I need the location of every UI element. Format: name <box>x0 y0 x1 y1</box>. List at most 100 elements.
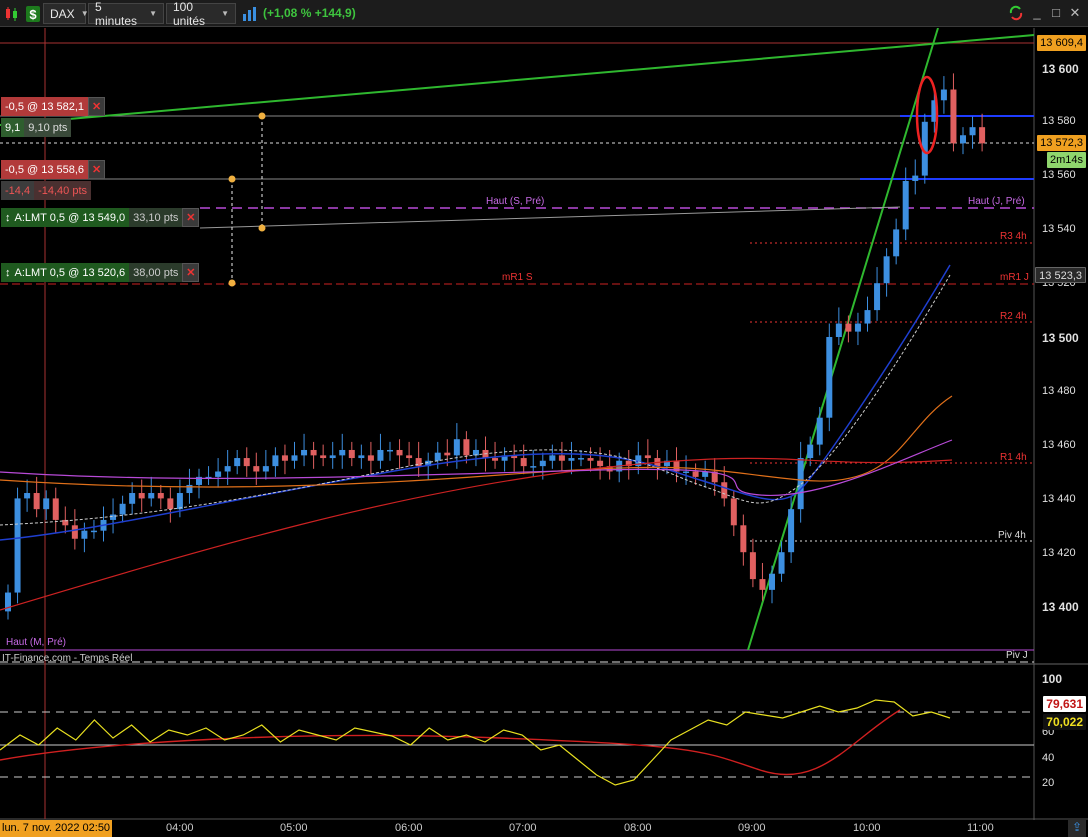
candle <box>797 458 804 510</box>
candle <box>721 482 728 499</box>
candle <box>539 460 546 467</box>
osc-line <box>0 699 951 786</box>
candle <box>110 514 117 520</box>
order-pts: 33,10 pts <box>129 208 183 227</box>
price-chart[interactable] <box>0 28 1088 837</box>
price-tick: 13 440 <box>1042 493 1076 505</box>
time-tick: 05:00 <box>280 822 308 834</box>
candle <box>320 455 327 459</box>
candle <box>81 530 88 539</box>
candle <box>960 135 966 144</box>
candlestick-icon[interactable] <box>3 4 21 23</box>
level-label: R1 4h <box>1000 452 1027 463</box>
units-select[interactable]: 100 unités ▼ <box>166 0 236 28</box>
candle <box>329 455 336 459</box>
osc-signal <box>0 709 901 776</box>
candle <box>854 323 861 332</box>
level-label: Haut (M, Pré) <box>6 637 67 648</box>
candle <box>788 509 795 553</box>
osc-yellow-tag: 70,022 <box>1043 714 1086 730</box>
order-limit-2[interactable]: ↕ A:LMT 0,5 @ 13 520,6 38,00 pts ✕ <box>1 263 200 282</box>
candle <box>272 455 279 467</box>
candle <box>129 493 136 504</box>
minimize-icon[interactable]: _ <box>1029 5 1045 21</box>
interval-label: 5 minutes <box>95 0 138 28</box>
time-tick: 07:00 <box>509 822 537 834</box>
osc-tick: 40 <box>1042 752 1055 764</box>
candle <box>444 452 451 456</box>
candle <box>234 458 241 467</box>
candle <box>749 552 756 580</box>
candle <box>769 573 775 590</box>
order-pnl: 9,1 <box>1 118 25 137</box>
time-tick: 08:00 <box>624 822 652 834</box>
osc-tick: 20 <box>1042 777 1055 789</box>
level-label: Piv 4h <box>998 530 1026 541</box>
candle <box>759 579 766 590</box>
candle <box>301 449 308 456</box>
level-label: mR1 J <box>1000 272 1029 283</box>
candle <box>157 493 164 499</box>
candle <box>644 455 651 459</box>
sync-icon[interactable] <box>1008 5 1024 21</box>
trend-line <box>747 28 939 651</box>
level-label: R2 4h <box>1000 311 1027 322</box>
scroll-top-icon[interactable]: ⇪ <box>1068 820 1086 837</box>
candle <box>816 417 823 445</box>
order-limit-1[interactable]: ↕ A:LMT 0,5 @ 13 549,0 33,10 pts ✕ <box>1 208 200 227</box>
candle <box>568 458 575 461</box>
candle <box>186 484 193 494</box>
dollar-icon[interactable]: $ <box>24 4 42 23</box>
candle <box>874 283 881 311</box>
time-tick: 11:00 <box>967 822 994 834</box>
order-short-1-pnl: 9,1 9,10 pts <box>1 118 72 137</box>
bar-chart-icon[interactable] <box>240 4 258 23</box>
candle <box>453 439 460 456</box>
close-icon[interactable]: ✕ <box>88 160 106 179</box>
candle <box>683 471 690 473</box>
ma-blue <box>0 264 951 541</box>
order-pts: 38,00 pts <box>129 263 183 282</box>
osc-tick: 100 <box>1042 672 1063 686</box>
candle <box>119 503 126 515</box>
candle <box>71 525 78 539</box>
candle <box>253 466 260 472</box>
level-label: R3 4h <box>1000 231 1027 242</box>
price-tick: 13 420 <box>1042 547 1076 559</box>
candle <box>367 455 374 461</box>
candle <box>434 452 441 461</box>
drag-handle-icon[interactable]: ↕ <box>5 267 11 279</box>
close-icon[interactable]: ✕ <box>88 97 106 116</box>
candle <box>740 525 747 553</box>
close-icon[interactable]: ✕ <box>1067 5 1083 21</box>
candle <box>348 449 355 459</box>
candle <box>224 466 231 472</box>
close-icon[interactable]: ✕ <box>182 263 200 282</box>
order-handle <box>258 224 266 232</box>
candle <box>243 458 250 467</box>
candle <box>339 449 346 456</box>
maximize-icon[interactable]: □ <box>1048 5 1064 21</box>
cursor-time-tag: lun. 7 nov. 2022 02:50 <box>0 820 112 837</box>
order-short-1[interactable]: -0,5 @ 13 582,1 ✕ <box>1 97 106 116</box>
close-icon[interactable]: ✕ <box>182 208 200 227</box>
candle <box>902 180 909 230</box>
symbol-select[interactable]: DAX ▼ <box>43 3 89 24</box>
order-short-2[interactable]: -0,5 @ 13 558,6 ✕ <box>1 160 106 179</box>
chart-toolbar: $ DAX ▼ 5 minutes ▼ 100 unités ▼ (+1,08 % +… <box>0 0 1088 28</box>
price-tick: 13 600 <box>1042 62 1079 76</box>
candle <box>826 337 833 418</box>
order-handle <box>228 279 236 287</box>
candle <box>52 498 59 520</box>
order-pnl-pts: 9,10 pts <box>24 118 72 137</box>
candle <box>176 493 183 510</box>
candle <box>883 256 890 284</box>
drag-handle-icon[interactable]: ↕ <box>5 212 11 224</box>
interval-select[interactable]: 5 minutes ▼ <box>88 0 164 28</box>
candle <box>148 493 155 499</box>
grey-curve <box>199 206 901 229</box>
price-tick: 13 580 <box>1042 115 1076 127</box>
svg-text:$: $ <box>29 7 37 22</box>
candle <box>138 493 145 499</box>
candle <box>43 498 50 510</box>
